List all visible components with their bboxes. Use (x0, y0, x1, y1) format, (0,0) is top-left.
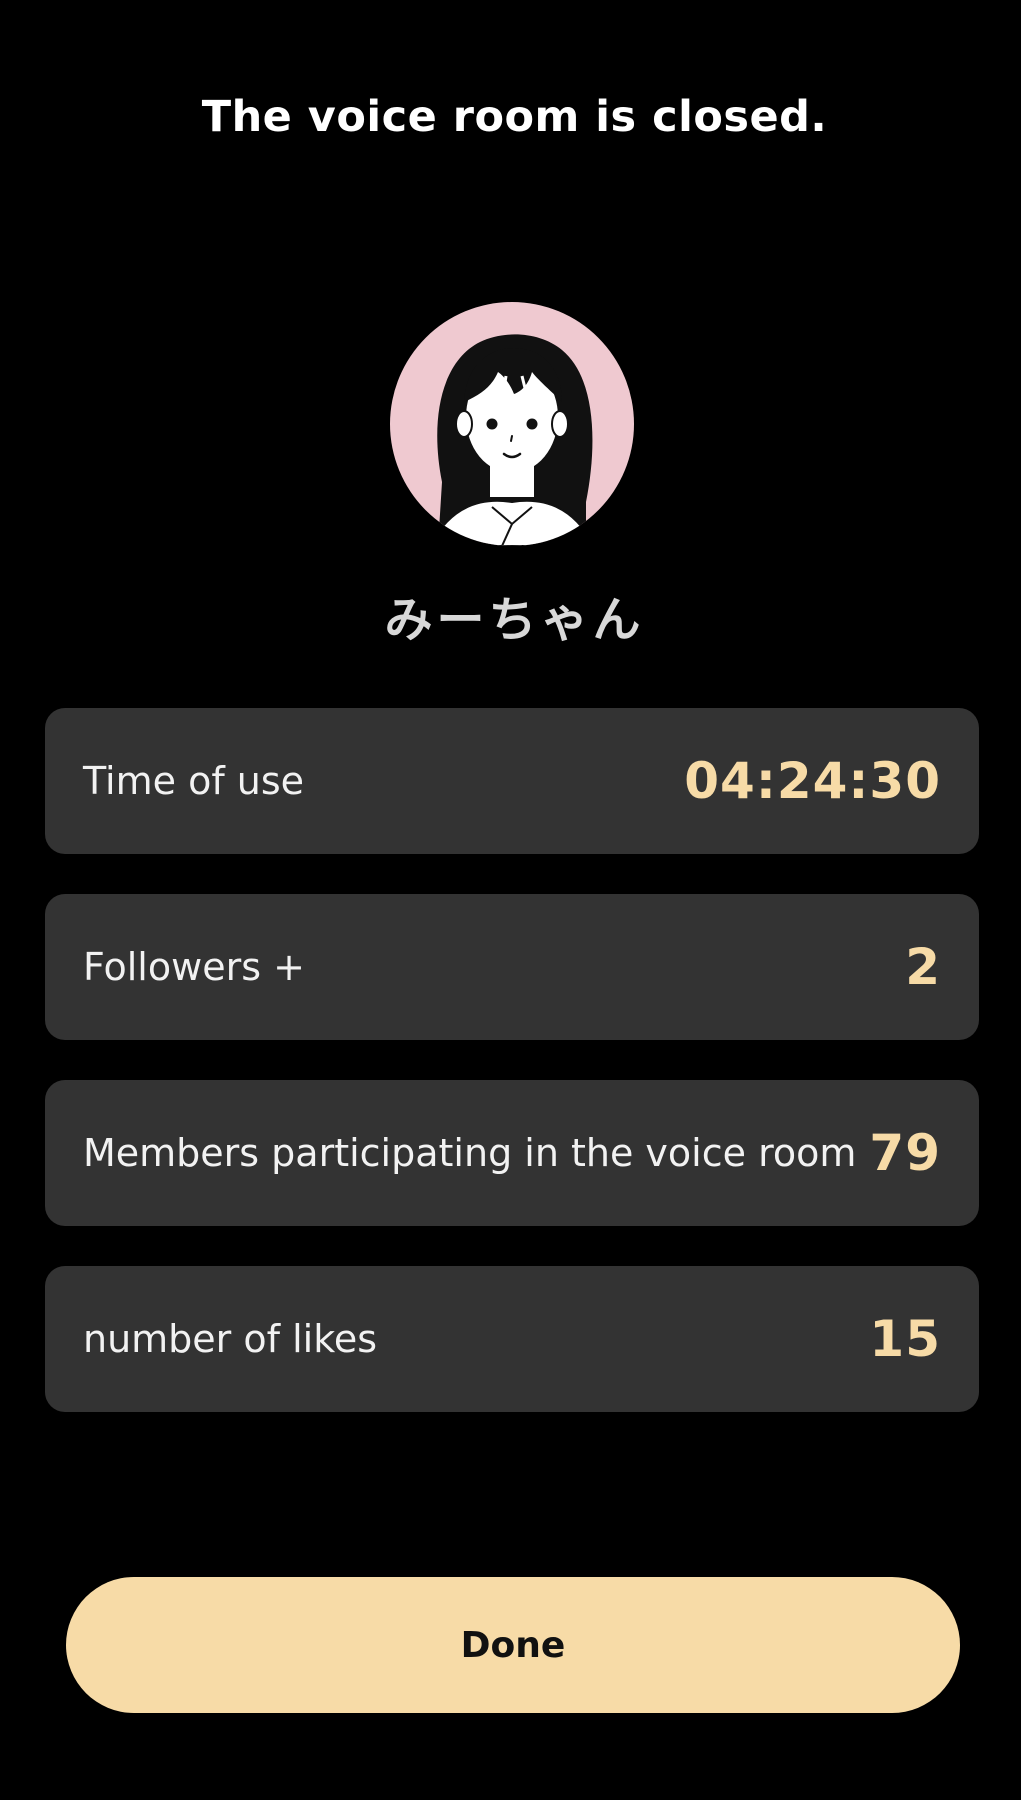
avatar (390, 302, 634, 546)
done-button[interactable]: Done (66, 1577, 960, 1713)
girl-avatar-icon (428, 334, 596, 546)
stat-row-likes: number of likes 15 (45, 1266, 979, 1412)
stat-label: Time of use (83, 759, 305, 803)
stat-label: Members participating in the voice room (83, 1131, 857, 1175)
stat-value: 15 (869, 1310, 941, 1368)
stat-label: Followers + (83, 945, 305, 989)
stat-value: 04:24:30 (684, 752, 941, 810)
stat-row-followers: Followers + 2 (45, 894, 979, 1040)
stat-value: 79 (869, 1124, 941, 1182)
stat-label: number of likes (83, 1317, 378, 1361)
stat-value: 2 (905, 938, 941, 996)
stat-row-members: Members participating in the voice room … (45, 1080, 979, 1226)
username: みーちゃん (384, 592, 645, 648)
stat-row-time-of-use: Time of use 04:24:30 (45, 708, 979, 854)
page-title: The voice room is closed. (201, 92, 828, 142)
voice-room-closed-screen: The voice room is closed. みーちゃん Time of … (8, 0, 1021, 1800)
